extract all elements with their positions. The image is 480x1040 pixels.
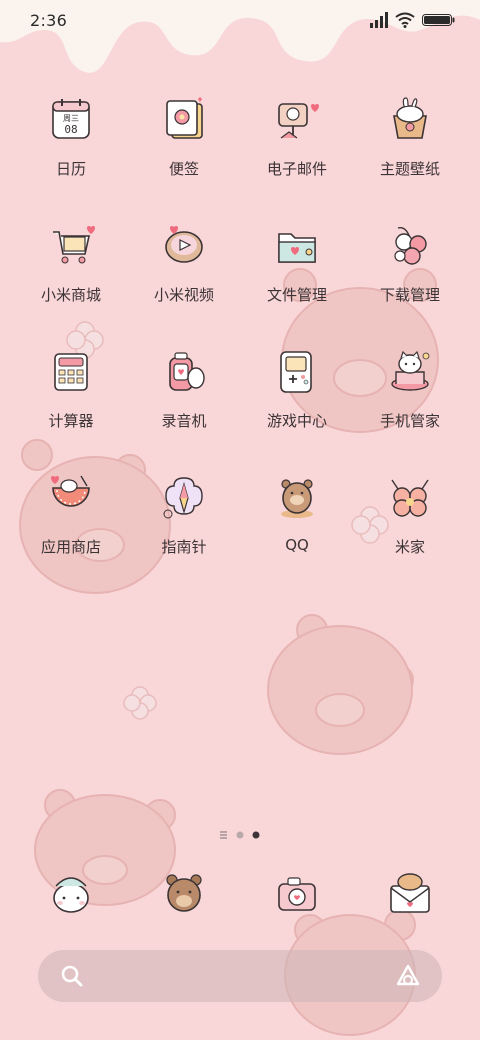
app-label: 小米视频 [153,286,214,304]
assistant-icon[interactable] [394,962,422,990]
app-qq[interactable]: QQ [242,474,352,584]
status-bar: 2:36 [0,0,480,44]
signal-icon [370,12,388,28]
app-themes[interactable]: 主题壁纸 [355,96,465,206]
app-label: 手机管家 [379,412,440,430]
app-calendar[interactable]: 周三 08 日历 [16,96,126,206]
app-mi-video[interactable]: 小米视频 [129,222,239,332]
app-mi-home[interactable]: 米家 [355,474,465,584]
app-label: 游戏中心 [266,412,327,430]
calculator-icon [54,353,88,391]
app-mi-store[interactable]: 小米商城 [16,222,126,332]
app-compass[interactable]: 指南针 [129,474,239,584]
security-icon [391,350,430,391]
search-bar[interactable] [38,950,442,1002]
page-dot [236,831,244,839]
app-label: 主题壁纸 [379,160,440,178]
battery-icon [422,14,455,26]
status-icons [370,12,456,28]
notes-icon [166,97,203,139]
mi-store-icon [53,226,95,264]
app-label: QQ [285,536,309,554]
app-label: 计算器 [48,412,94,430]
page-dot-search [220,831,227,839]
app-game-center[interactable]: 游戏中心 [242,348,352,458]
app-label: 文件管理 [266,286,327,304]
app-downloads[interactable]: 下载管理 [355,222,465,332]
calendar-weekday: 周三 [63,114,79,123]
calendar-date: 08 [64,123,77,136]
app-store-icon [51,475,90,507]
game-center-icon [280,351,312,393]
app-label: 应用商店 [40,538,101,556]
app-email[interactable]: 电子邮件 [242,96,352,206]
mi-home-icon [391,479,429,517]
app-recorder[interactable]: 录音机 [129,348,239,458]
wifi-icon [395,12,415,28]
page-dot-active [252,831,260,839]
app-label: 米家 [394,538,425,556]
camera-icon[interactable] [273,870,321,918]
recorder-icon [169,352,205,391]
app-label: 日历 [55,160,86,178]
mi-video-icon [165,226,203,263]
app-label: 电子邮件 [266,160,327,178]
app-security[interactable]: 手机管家 [355,348,465,458]
qq-icon [281,479,313,518]
app-label: 指南针 [161,538,207,556]
themes-icon [393,97,427,139]
messages-icon[interactable] [386,870,434,918]
page-indicator[interactable] [218,829,264,841]
contacts-icon[interactable] [160,870,208,918]
app-label: 录音机 [161,412,207,430]
app-label: 便签 [168,160,199,178]
app-app-store[interactable]: 应用商店 [16,474,126,584]
search-icon [61,965,83,987]
app-label: 小米商城 [40,286,101,304]
app-calculator[interactable]: 计算器 [16,348,126,458]
calendar-icon: 周三 08 [52,99,90,139]
file-manager-icon [278,233,316,263]
app-label: 下载管理 [379,286,440,304]
phone-icon[interactable] [47,870,95,918]
compass-icon [163,477,203,519]
downloads-icon [394,227,427,265]
email-icon [278,103,319,139]
app-notes[interactable]: 便签 [129,96,239,206]
status-time: 2:36 [30,11,68,30]
app-file-manager[interactable]: 文件管理 [242,222,352,332]
